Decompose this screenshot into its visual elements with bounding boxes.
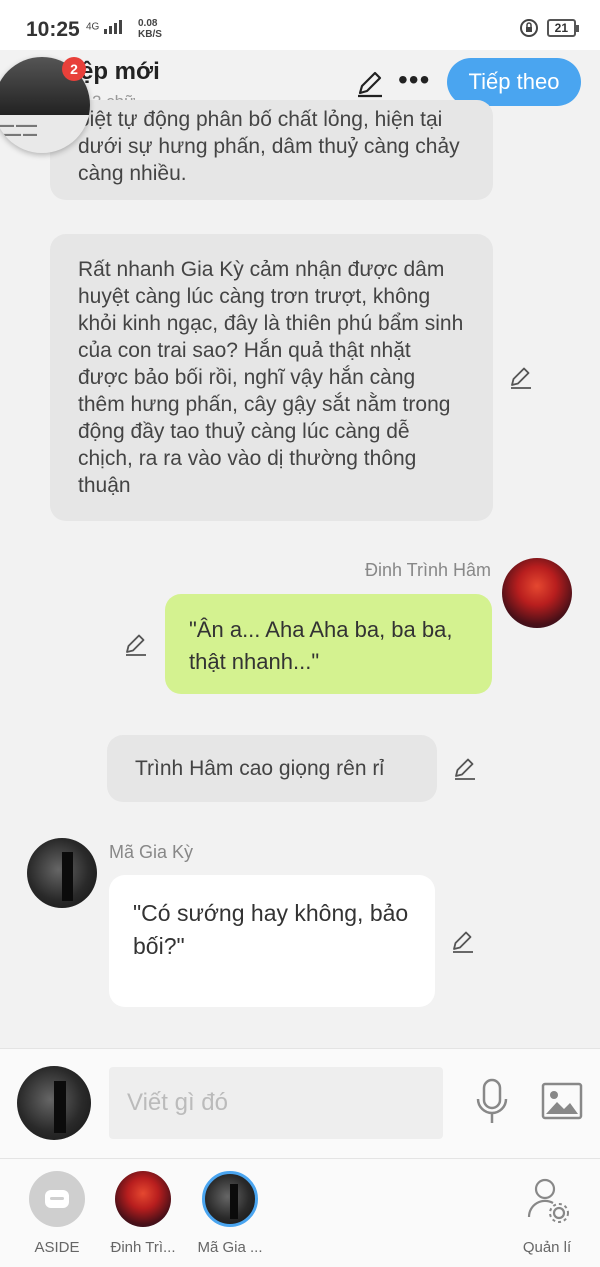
status-right: 21 <box>519 18 580 38</box>
speaker-avatar[interactable] <box>27 838 97 908</box>
speaker-name: Đinh Trình Hâm <box>364 560 491 580</box>
speech-bubble-left[interactable]: "Có sướng hay không, bảo bối?" <box>109 875 435 1007</box>
manage-user-icon <box>527 1178 569 1223</box>
character-avatar <box>202 1171 258 1227</box>
network-indicator: 4G <box>86 20 132 34</box>
character-avatar <box>115 1171 171 1227</box>
speech-text: "Có sướng hay không, bảo bối?" <box>133 900 409 959</box>
narration-bubble[interactable]: Trình Hâm cao giọng rên rỉ <box>107 735 437 802</box>
current-speaker-avatar[interactable] <box>17 1066 91 1140</box>
edit-icon[interactable] <box>355 68 385 98</box>
bottom-character-bar: ASIDE Đinh Trì... Mã Gia ... Quản lí <box>0 1158 600 1267</box>
network-speed-value: 0.08 <box>138 18 158 29</box>
image-icon[interactable] <box>540 1081 584 1121</box>
more-options-icon[interactable]: ••• <box>398 64 430 96</box>
speech-bubble-right[interactable]: "Ân a... Aha Aha ba, ba ba, thật nhanh..… <box>165 594 492 694</box>
notification-badge: 2 <box>62 57 86 81</box>
page-title: ệp mới <box>80 58 160 85</box>
signal-icon <box>104 20 123 34</box>
tab-character-dinh[interactable]: Đinh Trì... <box>93 1159 193 1267</box>
speaker-avatar[interactable] <box>502 558 572 628</box>
composer-bar: Viết gì đó <box>0 1048 600 1158</box>
tab-label: ASIDE <box>34 1239 80 1256</box>
network-speed: 0.08 KB/S <box>138 18 162 40</box>
tab-label: Quản lí <box>522 1239 572 1256</box>
battery-icon: 21 <box>546 19 580 37</box>
tab-character-ma[interactable]: Mã Gia ... <box>180 1159 280 1267</box>
preview-caption: ▬▬ ▬▬▬ ▬▬▬ ▬▬ <box>0 122 37 138</box>
tab-label: Đinh Trì... <box>110 1239 176 1256</box>
narration-bubble[interactable]: Rất nhanh Gia Kỳ cảm nhận được dâm huyệt… <box>50 234 493 521</box>
edit-pencil-icon[interactable] <box>450 928 476 954</box>
rotation-lock-icon <box>519 19 538 37</box>
edit-pencil-icon[interactable] <box>452 755 478 781</box>
microphone-icon[interactable] <box>470 1077 514 1127</box>
network-type: 4G <box>86 21 100 33</box>
speaker-name: Mã Gia Kỳ <box>109 842 194 862</box>
narration-text: Trình Hâm cao giọng rên rỉ <box>135 757 384 780</box>
aside-icon <box>29 1171 85 1227</box>
narration-bubble[interactable]: biệt tự động phân bố chất lỏng, hiện tại… <box>50 100 493 200</box>
narration-text: biệt tự động phân bố chất lỏng, hiện tại… <box>78 108 460 185</box>
edit-pencil-icon[interactable] <box>508 364 534 390</box>
next-button[interactable]: Tiếp theo <box>447 58 581 106</box>
status-time: 10:25 <box>26 18 80 41</box>
tab-manage[interactable]: Quản lí <box>497 1159 597 1267</box>
network-speed-unit: KB/S <box>138 29 162 40</box>
tab-label: Mã Gia ... <box>197 1239 263 1256</box>
speech-text: "Ân a... Aha Aha ba, ba ba, thật nhanh..… <box>189 617 453 674</box>
message-input[interactable]: Viết gì đó <box>109 1067 443 1139</box>
narration-text: Rất nhanh Gia Kỳ cảm nhận được dâm huyệt… <box>78 258 464 497</box>
tab-aside[interactable]: ASIDE <box>7 1159 107 1267</box>
edit-pencil-icon[interactable] <box>123 631 149 657</box>
